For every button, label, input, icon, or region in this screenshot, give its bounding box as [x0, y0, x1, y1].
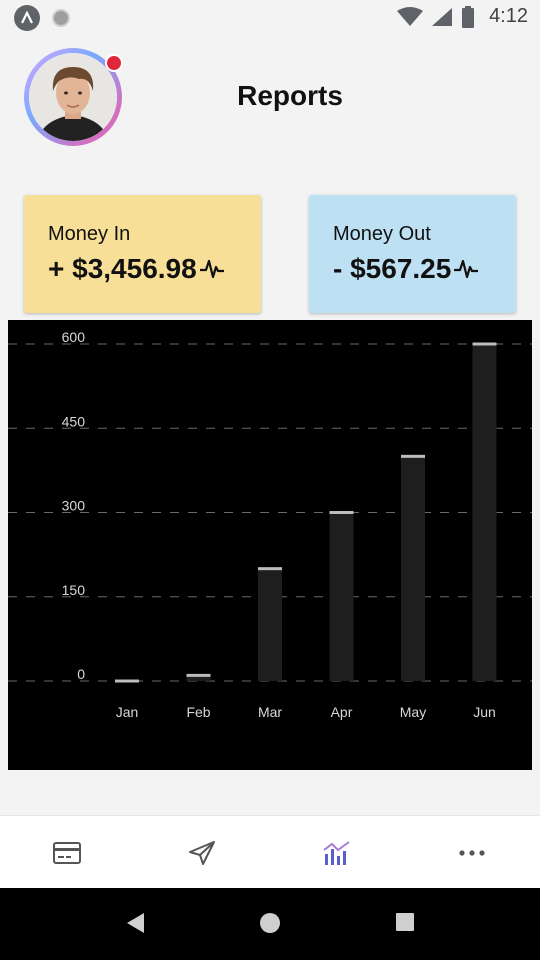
money-out-label: Money Out	[333, 223, 431, 245]
bottom-tab-bar	[0, 815, 540, 889]
status-bar: 4:12	[0, 0, 540, 36]
tab-cards[interactable]	[47, 838, 87, 868]
bar-cap	[186, 673, 211, 677]
page-title: Reports	[237, 80, 343, 111]
tab-more[interactable]	[452, 838, 492, 868]
chart-bar	[472, 344, 497, 681]
tab-reports[interactable]	[317, 838, 357, 868]
circle-notification-icon	[52, 9, 70, 27]
y-tick-label: 0	[77, 666, 85, 682]
chart-svg: 0 150 300 450 600 Jan Feb Mar Apr May Jun	[8, 329, 532, 720]
back-icon	[127, 913, 144, 933]
y-tick-label: 150	[62, 582, 86, 598]
paper-plane-icon	[189, 841, 215, 865]
battery-icon	[462, 5, 475, 28]
reports-bar-chart: 0 150 300 450 600 Jan Feb Mar Apr May Jun	[8, 320, 532, 770]
more-dots-icon	[459, 850, 485, 856]
chart-bar	[329, 512, 354, 681]
app-logo-icon	[14, 5, 40, 31]
bar-cap	[472, 342, 497, 346]
back-button[interactable]	[126, 912, 146, 934]
bar-cap	[329, 511, 354, 514]
x-tick-label: Jun	[473, 704, 496, 720]
tab-send[interactable]	[182, 838, 222, 868]
y-tick-label: 300	[62, 498, 86, 514]
money-out-value-row: - $567.25	[333, 253, 479, 285]
user-avatar-image	[29, 53, 117, 141]
credit-card-icon	[53, 842, 81, 864]
money-out-value: - $567.25	[333, 253, 452, 284]
recents-icon	[396, 913, 414, 931]
bar-cap	[258, 567, 282, 571]
y-tick-label: 600	[62, 329, 86, 345]
pulse-icon	[454, 259, 479, 279]
recents-button[interactable]	[395, 912, 415, 932]
money-in-value-row: + $3,456.98	[48, 253, 225, 285]
x-tick-label: Feb	[186, 704, 210, 720]
pulse-icon	[199, 259, 224, 279]
home-icon	[260, 913, 280, 933]
status-time: 4:12	[489, 5, 528, 27]
wifi-icon	[397, 6, 424, 26]
y-tick-label: 450	[62, 413, 86, 429]
x-tick-label: May	[400, 704, 426, 720]
money-in-value: + $3,456.98	[48, 253, 197, 284]
chart-icon	[323, 841, 350, 865]
x-tick-label: Jan	[116, 704, 139, 720]
system-nav-bar	[0, 888, 540, 960]
signal-icon	[432, 7, 453, 26]
chart-bar	[401, 456, 425, 681]
x-tick-label: Mar	[258, 704, 282, 720]
home-button[interactable]	[259, 912, 281, 934]
bar-cap	[115, 679, 139, 683]
chart-bar	[258, 568, 282, 681]
bar-cap	[401, 454, 425, 458]
money-in-card[interactable]: Money In + $3,456.98	[24, 195, 261, 313]
notification-dot	[105, 54, 123, 72]
money-out-card[interactable]: Money Out - $567.25	[309, 195, 516, 313]
money-in-label: Money In	[48, 223, 131, 245]
x-tick-label: Apr	[331, 704, 353, 720]
